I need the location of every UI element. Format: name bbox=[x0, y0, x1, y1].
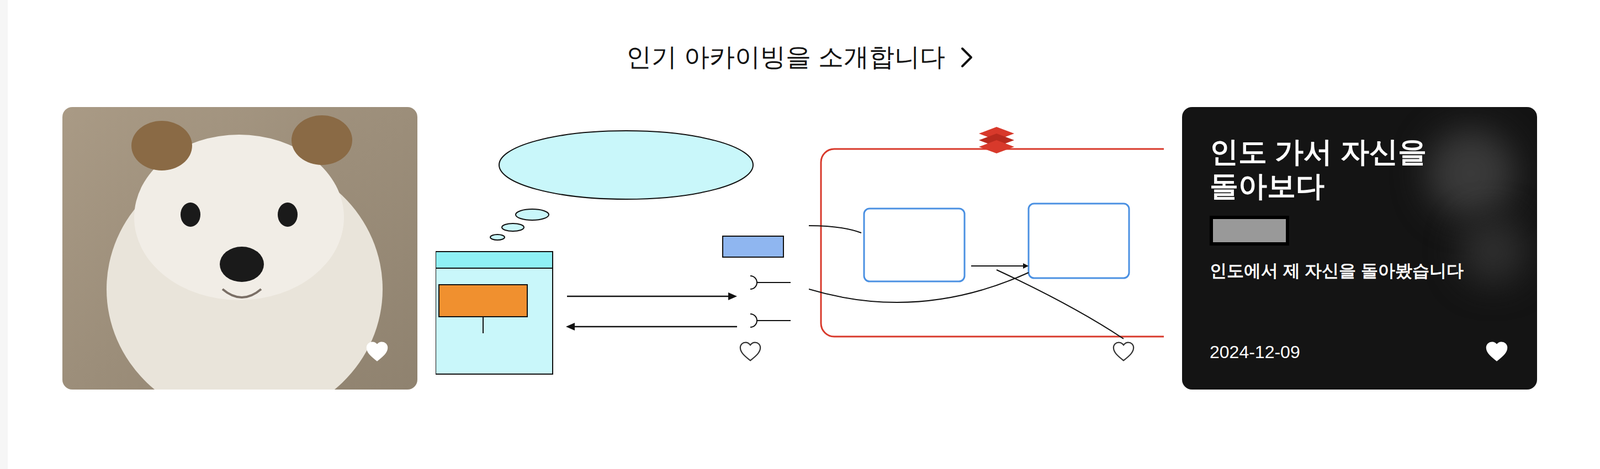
archive-card[interactable] bbox=[62, 107, 418, 390]
archive-card[interactable]: 인도 가서 자신을 돌아보다인도에서 제 자신을 돌아봤습니다 2024-12-0… bbox=[1182, 107, 1538, 390]
bokeh bbox=[1459, 217, 1527, 284]
heart-icon[interactable] bbox=[1485, 341, 1509, 363]
heart-icon[interactable] bbox=[1111, 341, 1136, 363]
archive-card[interactable] bbox=[808, 107, 1164, 390]
heart-icon[interactable] bbox=[365, 341, 389, 363]
queue-diagram bbox=[808, 107, 1164, 390]
author-badge bbox=[1209, 215, 1290, 246]
section-title[interactable]: 인기 아카이빙을 소개합니다 bbox=[626, 40, 946, 74]
archive-card[interactable] bbox=[435, 107, 791, 390]
flow-diagram bbox=[435, 107, 791, 390]
popular-section: 인기 아카이빙을 소개합니다 인도 가서 자신을 돌아보다인도에서 제 자신을 … bbox=[7, 0, 1600, 469]
bokeh bbox=[1426, 129, 1515, 218]
card-list: 인도 가서 자신을 돌아보다인도에서 제 자신을 돌아봤습니다 2024-12-0… bbox=[62, 107, 1538, 390]
card-title[interactable]: 인도 가서 자신을 돌아보다 bbox=[1209, 134, 1508, 204]
dog-photo bbox=[62, 107, 418, 390]
card-date: 2024-12-09 bbox=[1209, 341, 1301, 365]
heart-icon[interactable] bbox=[738, 341, 762, 363]
left-edge bbox=[0, 0, 8, 469]
chevron-right-icon[interactable] bbox=[959, 46, 974, 69]
card-body: 인도 가서 자신을 돌아보다인도에서 제 자신을 돌아봤습니다 bbox=[1182, 107, 1538, 283]
section-heading[interactable]: 인기 아카이빙을 소개합니다 bbox=[626, 39, 974, 76]
card-description: 인도에서 제 자신을 돌아봤습니다 bbox=[1209, 260, 1510, 283]
